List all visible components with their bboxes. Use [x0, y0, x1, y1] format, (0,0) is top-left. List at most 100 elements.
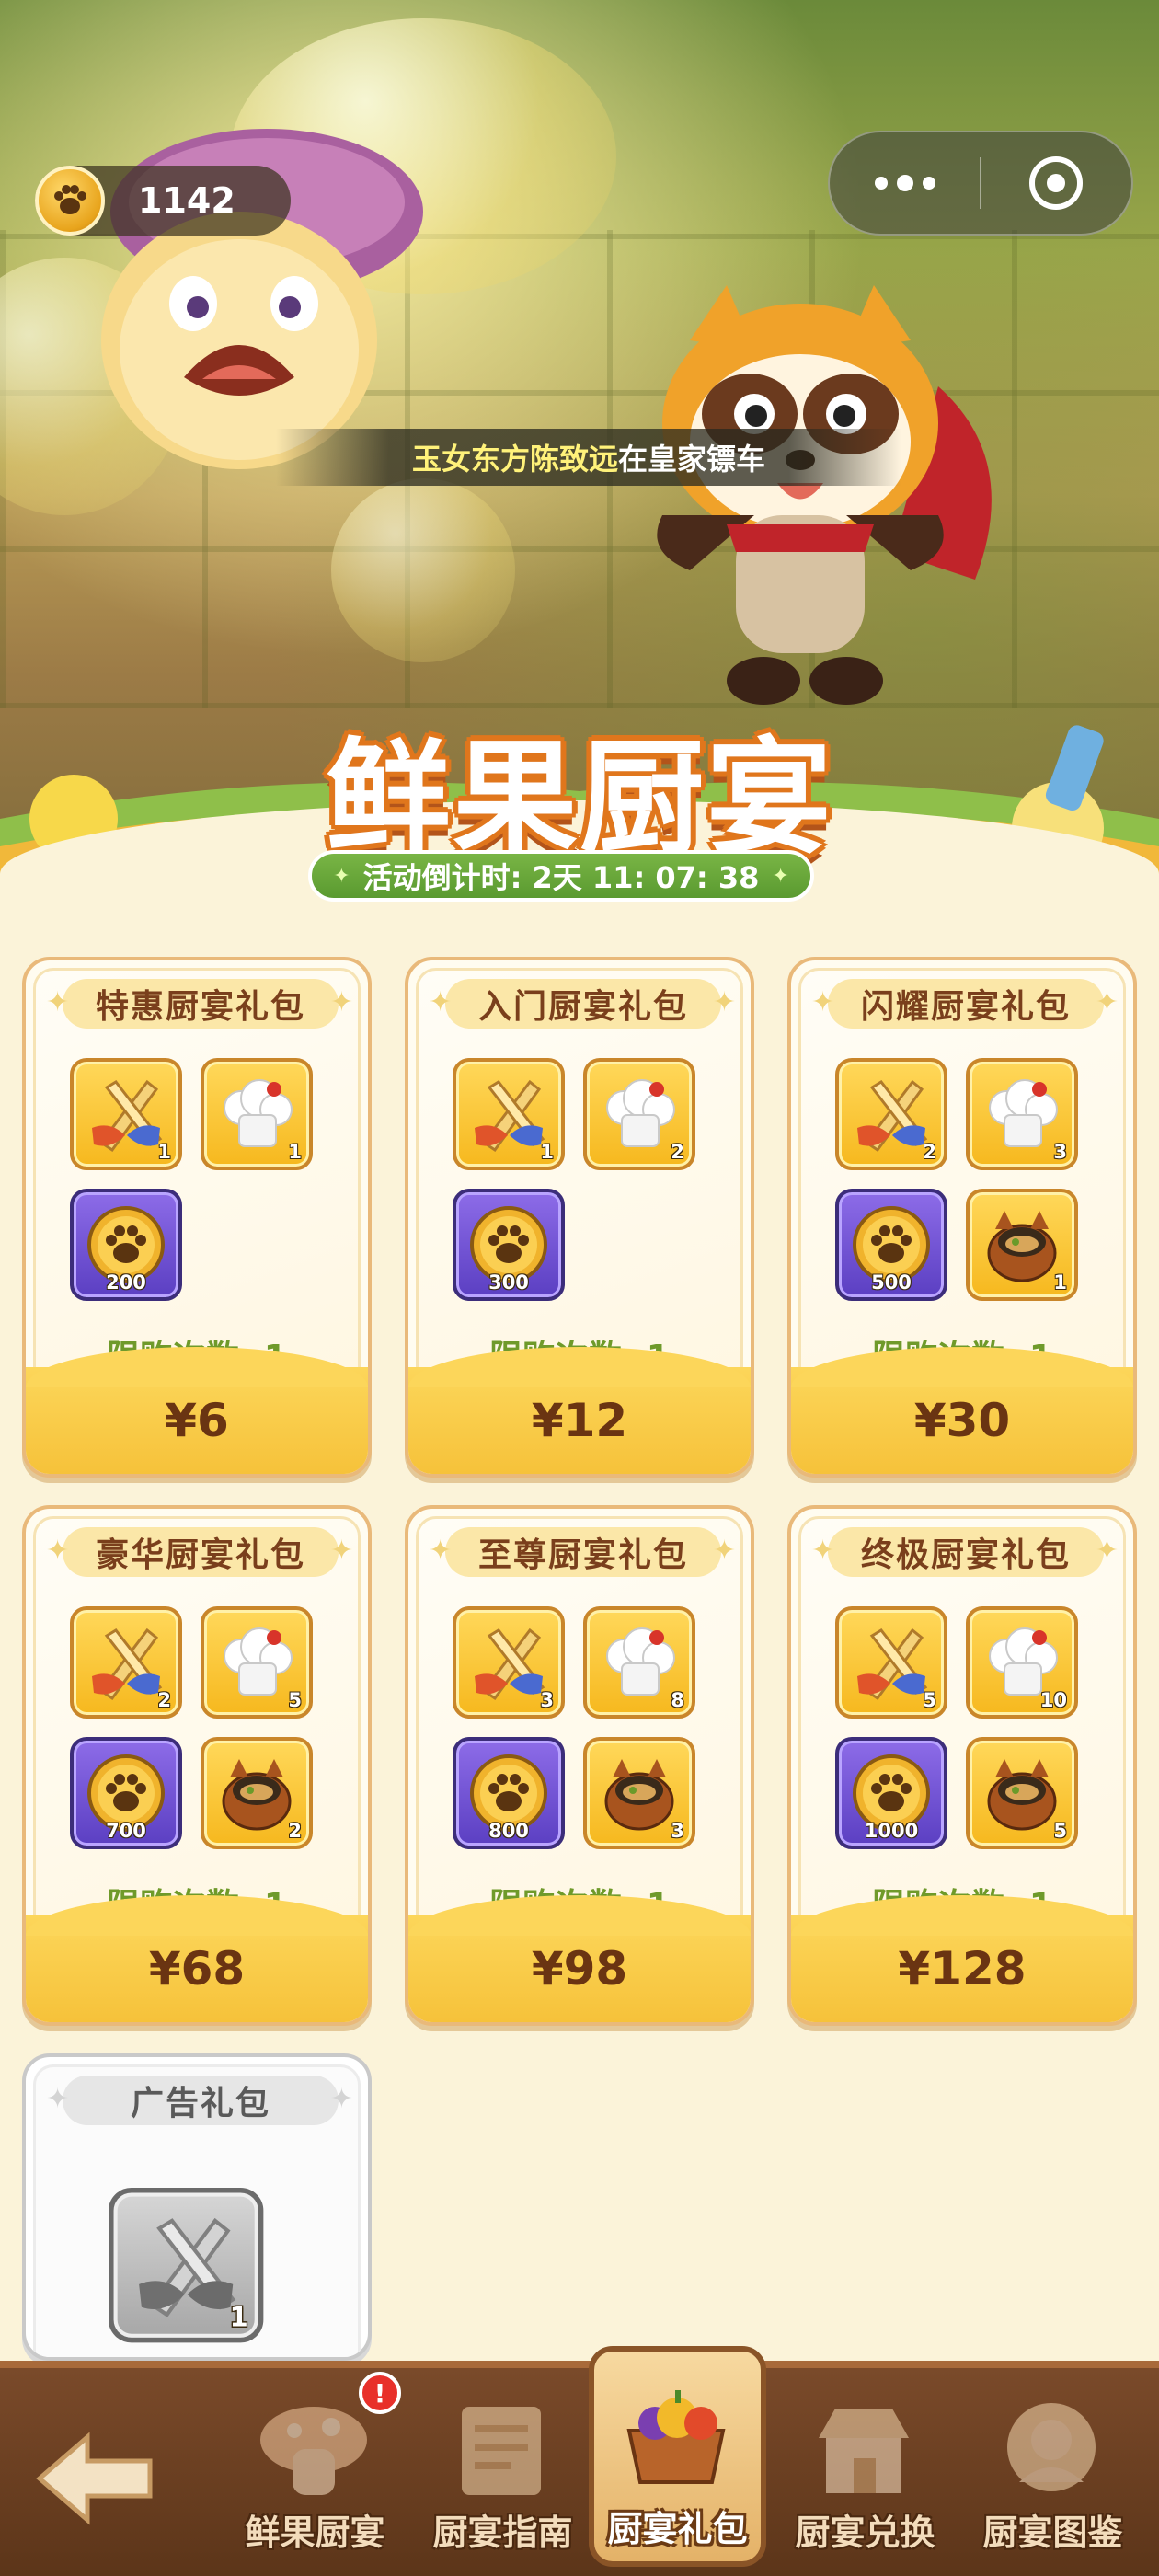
reward-item-slot[interactable]: 200 — [70, 1189, 182, 1301]
reward-item-slot[interactable]: 300 — [453, 1189, 565, 1301]
item-quantity: 1 — [288, 1141, 302, 1163]
nav-tab[interactable]: 厨宴礼包 — [583, 2346, 772, 2576]
raccoon-pot-icon — [604, 1759, 674, 1831]
alert-badge: ! — [359, 2372, 401, 2414]
price-label: ¥12 — [531, 1394, 628, 1447]
reward-item-slot[interactable]: 2 — [70, 1606, 182, 1719]
knife-fork-icon — [475, 1627, 545, 1701]
buy-button[interactable]: ¥128 — [791, 1895, 1133, 2022]
knife-fork-icon — [92, 1627, 163, 1701]
portrait-icon — [1007, 2403, 1096, 2491]
reward-item-slot[interactable]: 3 — [453, 1606, 565, 1719]
item-quantity: 5 — [1053, 1820, 1067, 1842]
chef-hat-icon — [224, 1627, 293, 1696]
reward-item-slot[interactable]: 2 — [835, 1058, 947, 1170]
reward-item-slot[interactable]: 8 — [583, 1606, 695, 1719]
reward-item-slot[interactable]: 1 — [70, 1058, 182, 1170]
buy-button[interactable]: ¥98 — [408, 1895, 751, 2022]
nav-tab[interactable]: 厨宴兑换 — [771, 2368, 959, 2576]
sparkle-icon: ✦ — [772, 864, 789, 888]
pack-title: 广告礼包 — [46, 2076, 355, 2125]
buy-button[interactable]: ¥6 — [26, 1347, 368, 1474]
chef-hat-icon — [606, 1627, 675, 1696]
back-arrow-icon — [36, 2432, 153, 2525]
item-quantity: 2 — [157, 1689, 171, 1711]
jelly-bubble — [331, 478, 515, 662]
target-icon — [1029, 156, 1084, 210]
reward-item-slot[interactable]: 5 — [835, 1606, 947, 1719]
buy-button[interactable]: ¥30 — [791, 1347, 1133, 1474]
price-label: ¥68 — [148, 1942, 246, 1995]
reward-item-slot[interactable]: 5 — [201, 1606, 313, 1719]
nav-tab[interactable]: 厨宴指南 — [408, 2368, 597, 2576]
chef-hat-icon — [606, 1079, 675, 1147]
hero-scene: 1142 玉女东方陈致远 在皇家镖车 鲜果厨宴 ✦ 活动倒计时: 2天 11: … — [0, 0, 1159, 902]
knife-fork-icon — [857, 1079, 928, 1153]
item-quantity: 3 — [671, 1820, 684, 1842]
pack-title: 至尊厨宴礼包 — [429, 1527, 738, 1577]
reward-item-slot[interactable]: 800 — [453, 1737, 565, 1849]
item-quantity: 700 — [106, 1820, 146, 1842]
dot-icon — [874, 177, 888, 190]
reward-item-slot[interactable]: 500 — [835, 1189, 947, 1301]
buy-button[interactable]: ¥12 — [408, 1347, 751, 1474]
item-quantity: 1 — [229, 2302, 248, 2333]
ad-pack-card[interactable]: 广告礼包 1 — [22, 2053, 372, 2361]
reward-item-slot[interactable]: 1 — [453, 1058, 565, 1170]
item-quantity: 800 — [488, 1820, 529, 1842]
gift-pack-card[interactable]: 特惠厨宴礼包 1 1 200 限购次数: 1 ¥6 — [22, 957, 372, 1478]
coin-count: 1142 — [138, 180, 235, 221]
item-quantity: 3 — [540, 1689, 554, 1711]
nav-tab-label: 厨宴指南 — [432, 2513, 573, 2553]
countdown-text: 活动倒计时: 2天 11: 07: 38 — [362, 860, 760, 895]
marquee-text: 在皇家镖车 — [618, 442, 766, 477]
reward-item-slot[interactable]: 10 — [966, 1606, 1078, 1719]
reward-item-slot[interactable]: 1 — [109, 2188, 264, 2343]
knife-fork-icon — [139, 2217, 236, 2317]
chef-hat-icon — [224, 1079, 293, 1147]
nav-tab[interactable]: 鲜果厨宴 ! — [221, 2368, 409, 2576]
gift-pack-card[interactable]: 至尊厨宴礼包 3 8 800 3 — [405, 1505, 754, 2026]
reward-item-slot[interactable]: 2 — [583, 1058, 695, 1170]
gift-pack-card[interactable]: 入门厨宴礼包 1 2 300 限购次数: 1 ¥12 — [405, 957, 754, 1478]
reward-item-slot[interactable]: 1 — [966, 1189, 1078, 1301]
event-countdown: ✦ 活动倒计时: 2天 11: 07: 38 ✦ — [308, 850, 814, 902]
reward-item-slot[interactable]: 700 — [70, 1737, 182, 1849]
gift-pack-card[interactable]: 终极厨宴礼包 5 10 1000 5 — [787, 1505, 1137, 2026]
back-button[interactable] — [26, 2423, 164, 2534]
gift-pack-card[interactable]: 闪耀厨宴礼包 2 3 500 1 — [787, 957, 1137, 1478]
reward-item-slot[interactable]: 2 — [201, 1737, 313, 1849]
item-quantity: 1 — [157, 1141, 171, 1163]
more-options-button[interactable] — [830, 132, 980, 234]
pack-title: 特惠厨宴礼包 — [46, 979, 355, 1029]
event-banner: 鲜果厨宴 ✦ 活动倒计时: 2天 11: 07: 38 ✦ — [0, 644, 1159, 902]
reward-item-slot[interactable]: 1000 — [835, 1737, 947, 1849]
item-quantity: 3 — [1053, 1141, 1067, 1163]
item-quantity: 2 — [671, 1141, 684, 1163]
price-label: ¥98 — [531, 1942, 628, 1995]
sparkle-icon: ✦ — [333, 864, 350, 888]
fruit-basket-icon — [626, 2390, 726, 2484]
pack-title: 入门厨宴礼包 — [429, 979, 738, 1029]
nav-tab[interactable]: 厨宴图鉴 — [958, 2368, 1147, 2576]
nav-tab-label: 厨宴兑换 — [795, 2513, 935, 2553]
buy-button[interactable]: ¥68 — [26, 1895, 368, 2022]
item-quantity: 500 — [871, 1271, 912, 1294]
gift-pack-card[interactable]: 豪华厨宴礼包 2 5 700 2 — [22, 1505, 372, 2026]
nav-tab-label: 厨宴礼包 — [607, 2509, 748, 2549]
nav-tab-label: 鲜果厨宴 — [245, 2513, 385, 2553]
knife-fork-icon — [857, 1627, 928, 1701]
item-quantity: 300 — [488, 1271, 529, 1294]
raccoon-pot-icon — [987, 1211, 1057, 1282]
reward-item-slot[interactable]: 3 — [966, 1058, 1078, 1170]
reward-item-slot[interactable]: 1 — [201, 1058, 313, 1170]
item-quantity: 2 — [923, 1141, 936, 1163]
item-quantity: 1000 — [864, 1820, 919, 1842]
reward-item-slot[interactable]: 5 — [966, 1737, 1078, 1849]
chef-hat-icon — [989, 1079, 1058, 1147]
reward-item-slot[interactable]: 3 — [583, 1737, 695, 1849]
shop-icon — [819, 2409, 909, 2493]
dot-icon — [922, 177, 935, 190]
pack-title: 闪耀厨宴礼包 — [811, 979, 1120, 1029]
close-miniprogram-button[interactable] — [981, 132, 1131, 234]
